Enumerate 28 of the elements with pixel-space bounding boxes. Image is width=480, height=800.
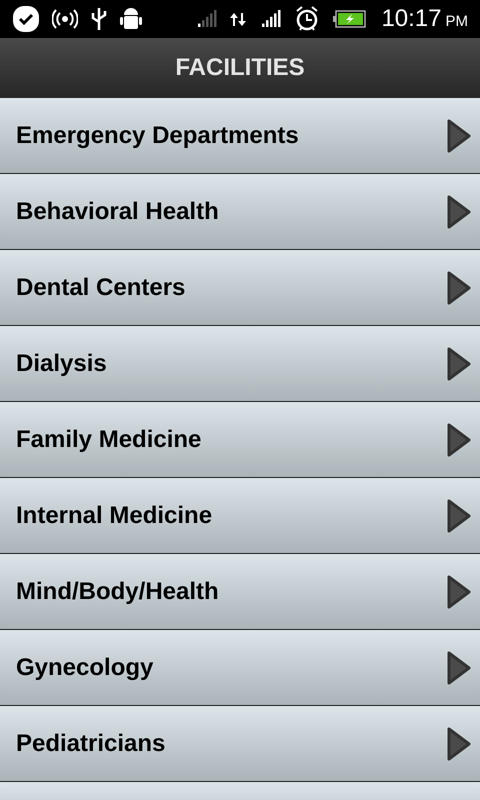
chevron-right-icon: [446, 118, 472, 154]
alarm-clock-icon: [294, 5, 320, 33]
list-item[interactable]: Behavioral Health: [0, 174, 480, 250]
chevron-right-icon: [446, 650, 472, 686]
list-item[interactable]: Family Medicine: [0, 402, 480, 478]
chevron-right-icon: [446, 270, 472, 306]
chevron-right-icon: [446, 194, 472, 230]
clock-period: PM: [446, 14, 468, 28]
page-title: FACILITIES: [175, 53, 305, 83]
chevron-right-icon: [446, 422, 472, 458]
list-item[interactable]: Dialysis: [0, 326, 480, 402]
data-arrows-icon: [230, 12, 246, 26]
list-item[interactable]: Gynecology: [0, 630, 480, 706]
android-icon: [120, 6, 142, 32]
clock-time: 10:17: [381, 7, 442, 31]
list-item[interactable]: Internal Medicine: [0, 478, 480, 554]
battery-icon: [332, 9, 366, 29]
usb-icon: [90, 6, 108, 32]
list-item[interactable]: Dental Centers: [0, 250, 480, 326]
list-item[interactable]: Pediatricians: [0, 706, 480, 782]
list-item[interactable]: Emergency Departments: [0, 98, 480, 174]
chevron-right-icon: [446, 498, 472, 534]
broadcast-icon: [52, 9, 78, 29]
chevron-right-icon: [446, 726, 472, 762]
chevron-right-icon: [446, 346, 472, 382]
checkmark-icon: [12, 5, 40, 33]
chevron-right-icon: [446, 574, 472, 610]
list-item[interactable]: Mind/Body/Health: [0, 554, 480, 630]
